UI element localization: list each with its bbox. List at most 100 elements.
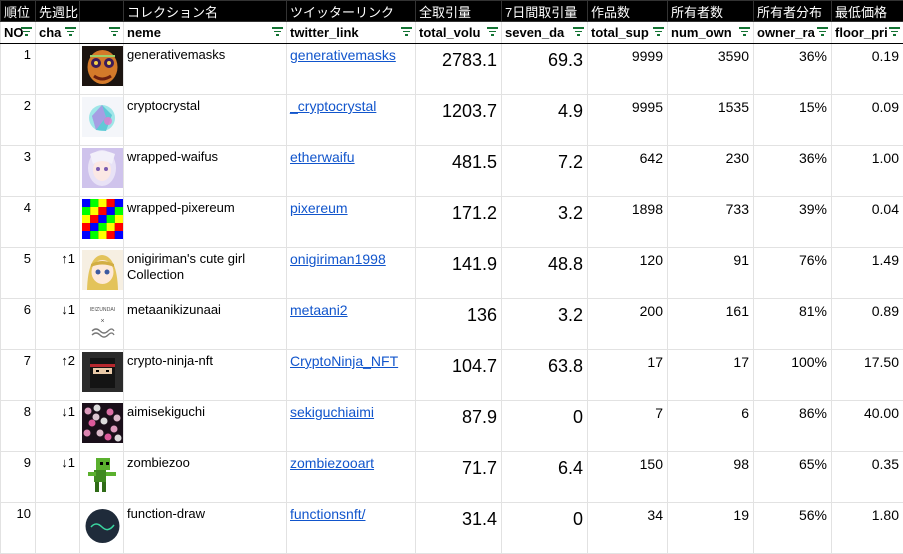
num-owners-cell[interactable]: 6 bbox=[668, 401, 754, 452]
twitter-cell[interactable]: CryptoNinja_NFT bbox=[287, 350, 416, 401]
owner-ratio-cell[interactable]: 100% bbox=[754, 350, 832, 401]
floor-price-cell[interactable]: 17.50 bbox=[832, 350, 903, 401]
column-header[interactable]: cha bbox=[36, 22, 80, 44]
filter-icon[interactable] bbox=[272, 27, 283, 37]
num-owners-cell[interactable]: 3590 bbox=[668, 44, 754, 95]
twitter-cell[interactable]: onigiriman1998 bbox=[287, 248, 416, 299]
owner-ratio-cell[interactable]: 86% bbox=[754, 401, 832, 452]
seven-day-cell[interactable]: 0 bbox=[502, 401, 588, 452]
thumbnail-cell[interactable] bbox=[80, 350, 124, 401]
seven-day-cell[interactable]: 3.2 bbox=[502, 299, 588, 350]
filter-icon[interactable] bbox=[21, 27, 32, 37]
column-header[interactable] bbox=[80, 22, 124, 44]
column-header[interactable]: neme bbox=[124, 22, 287, 44]
collection-name-cell[interactable]: onigiriman's cute girl Collection bbox=[124, 248, 287, 299]
num-owners-cell[interactable]: 98 bbox=[668, 452, 754, 503]
seven-day-cell[interactable]: 63.8 bbox=[502, 350, 588, 401]
change-cell[interactable]: ↓1 bbox=[36, 452, 80, 503]
thumbnail-cell[interactable] bbox=[80, 503, 124, 554]
num-owners-cell[interactable]: 230 bbox=[668, 146, 754, 197]
owner-ratio-cell[interactable]: 65% bbox=[754, 452, 832, 503]
thumbnail-cell[interactable] bbox=[80, 401, 124, 452]
owner-ratio-cell[interactable]: 36% bbox=[754, 44, 832, 95]
change-cell[interactable] bbox=[36, 44, 80, 95]
collection-name-cell[interactable]: wrapped-pixereum bbox=[124, 197, 287, 248]
twitter-cell[interactable]: generativemasks bbox=[287, 44, 416, 95]
total-supply-cell[interactable]: 9995 bbox=[588, 95, 668, 146]
change-cell[interactable]: ↓1 bbox=[36, 299, 80, 350]
seven-day-cell[interactable]: 0 bbox=[502, 503, 588, 554]
floor-price-cell[interactable]: 1.80 bbox=[832, 503, 903, 554]
rank-cell[interactable]: 6 bbox=[1, 299, 36, 350]
rank-cell[interactable]: 7 bbox=[1, 350, 36, 401]
twitter-cell[interactable]: pixereum bbox=[287, 197, 416, 248]
collection-name-cell[interactable]: zombiezoo bbox=[124, 452, 287, 503]
total-volume-cell[interactable]: 136 bbox=[416, 299, 502, 350]
rank-cell[interactable]: 3 bbox=[1, 146, 36, 197]
change-cell[interactable]: ↑1 bbox=[36, 248, 80, 299]
twitter-link[interactable]: etherwaifu bbox=[290, 149, 355, 165]
rank-cell[interactable]: 1 bbox=[1, 44, 36, 95]
thumbnail-cell[interactable]: IEIZUNDAI× bbox=[80, 299, 124, 350]
floor-price-cell[interactable]: 0.19 bbox=[832, 44, 903, 95]
total-supply-cell[interactable]: 200 bbox=[588, 299, 668, 350]
collection-name-cell[interactable]: generativemasks bbox=[124, 44, 287, 95]
twitter-link[interactable]: generativemasks bbox=[290, 47, 396, 63]
total-volume-cell[interactable]: 87.9 bbox=[416, 401, 502, 452]
filter-icon[interactable] bbox=[573, 27, 584, 37]
floor-price-cell[interactable]: 40.00 bbox=[832, 401, 903, 452]
thumbnail-cell[interactable] bbox=[80, 248, 124, 299]
change-cell[interactable] bbox=[36, 197, 80, 248]
collection-name-cell[interactable]: wrapped-waifus bbox=[124, 146, 287, 197]
seven-day-cell[interactable]: 48.8 bbox=[502, 248, 588, 299]
twitter-cell[interactable]: etherwaifu bbox=[287, 146, 416, 197]
total-supply-cell[interactable]: 7 bbox=[588, 401, 668, 452]
twitter-link[interactable]: onigiriman1998 bbox=[290, 251, 386, 267]
owner-ratio-cell[interactable]: 15% bbox=[754, 95, 832, 146]
total-supply-cell[interactable]: 9999 bbox=[588, 44, 668, 95]
total-volume-cell[interactable]: 31.4 bbox=[416, 503, 502, 554]
twitter-cell[interactable]: sekiguchiaimi bbox=[287, 401, 416, 452]
filter-icon[interactable] bbox=[487, 27, 498, 37]
thumbnail-cell[interactable] bbox=[80, 95, 124, 146]
rank-cell[interactable]: 10 bbox=[1, 503, 36, 554]
column-header[interactable]: NO bbox=[1, 22, 36, 44]
twitter-link[interactable]: zombiezooart bbox=[290, 455, 374, 471]
rank-cell[interactable]: 8 bbox=[1, 401, 36, 452]
thumbnail-cell[interactable] bbox=[80, 44, 124, 95]
floor-price-cell[interactable]: 0.04 bbox=[832, 197, 903, 248]
owner-ratio-cell[interactable]: 56% bbox=[754, 503, 832, 554]
seven-day-cell[interactable]: 3.2 bbox=[502, 197, 588, 248]
thumbnail-cell[interactable] bbox=[80, 146, 124, 197]
rank-cell[interactable]: 5 bbox=[1, 248, 36, 299]
total-volume-cell[interactable]: 2783.1 bbox=[416, 44, 502, 95]
twitter-cell[interactable]: metaani2 bbox=[287, 299, 416, 350]
twitter-cell[interactable]: zombiezooart bbox=[287, 452, 416, 503]
column-header[interactable]: num_own bbox=[668, 22, 754, 44]
num-owners-cell[interactable]: 161 bbox=[668, 299, 754, 350]
twitter-link[interactable]: CryptoNinja_NFT bbox=[290, 353, 398, 369]
owner-ratio-cell[interactable]: 76% bbox=[754, 248, 832, 299]
collection-name-cell[interactable]: function-draw bbox=[124, 503, 287, 554]
floor-price-cell[interactable]: 1.49 bbox=[832, 248, 903, 299]
total-volume-cell[interactable]: 1203.7 bbox=[416, 95, 502, 146]
num-owners-cell[interactable]: 1535 bbox=[668, 95, 754, 146]
filter-icon[interactable] bbox=[739, 27, 750, 37]
column-header[interactable]: total_sup bbox=[588, 22, 668, 44]
owner-ratio-cell[interactable]: 36% bbox=[754, 146, 832, 197]
seven-day-cell[interactable]: 69.3 bbox=[502, 44, 588, 95]
floor-price-cell[interactable]: 0.09 bbox=[832, 95, 903, 146]
column-header[interactable]: twitter_link bbox=[287, 22, 416, 44]
change-cell[interactable] bbox=[36, 146, 80, 197]
total-volume-cell[interactable]: 71.7 bbox=[416, 452, 502, 503]
owner-ratio-cell[interactable]: 81% bbox=[754, 299, 832, 350]
seven-day-cell[interactable]: 6.4 bbox=[502, 452, 588, 503]
column-header[interactable]: floor_pri bbox=[832, 22, 903, 44]
rank-cell[interactable]: 9 bbox=[1, 452, 36, 503]
thumbnail-cell[interactable] bbox=[80, 452, 124, 503]
filter-icon[interactable] bbox=[401, 27, 412, 37]
total-supply-cell[interactable]: 120 bbox=[588, 248, 668, 299]
column-header[interactable]: total_volu bbox=[416, 22, 502, 44]
total-supply-cell[interactable]: 642 bbox=[588, 146, 668, 197]
twitter-link[interactable]: metaani2 bbox=[290, 302, 348, 318]
